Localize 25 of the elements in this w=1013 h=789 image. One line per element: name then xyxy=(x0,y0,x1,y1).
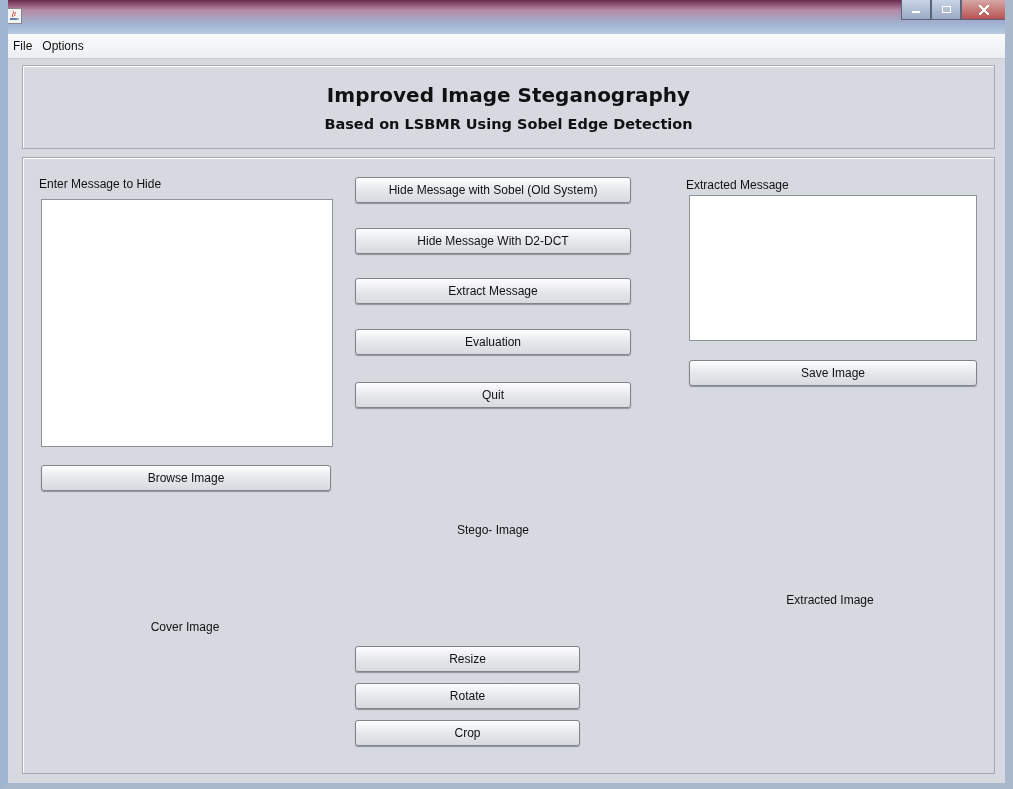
app-subtitle: Based on LSBMR Using Sobel Edge Detection xyxy=(324,115,693,132)
close-button[interactable] xyxy=(961,0,1005,20)
maximize-button[interactable] xyxy=(931,0,961,20)
action-button[interactable]: Hide Message with Sobel (Old System) xyxy=(355,177,631,203)
field-label: Extracted Message xyxy=(686,177,789,193)
action-button[interactable]: Quit xyxy=(355,382,631,408)
action-button[interactable]: Evaluation xyxy=(355,329,631,355)
image-tool-button[interactable]: Rotate xyxy=(355,683,580,709)
image-label: Cover Image xyxy=(150,619,220,635)
field-label: Enter Message to Hide xyxy=(39,176,162,192)
save-image-button[interactable]: Save Image xyxy=(689,360,977,386)
image-tool-button[interactable]: Resize xyxy=(355,646,580,672)
image-tool-button[interactable]: Crop xyxy=(355,720,580,746)
app-title: Improved Image Steganography xyxy=(326,82,691,107)
image-label: Stego- Image xyxy=(456,522,529,538)
message-input-field[interactable] xyxy=(41,199,333,447)
action-button[interactable]: Hide Message With D2-DCT xyxy=(355,228,631,254)
cup-icon xyxy=(8,8,22,24)
browse-image-button[interactable]: Browse Image xyxy=(41,465,331,491)
minimize-button[interactable] xyxy=(901,0,931,20)
extracted-message-field[interactable] xyxy=(689,195,977,341)
menu-item[interactable]: File xyxy=(12,39,34,53)
action-button[interactable]: Extract Message xyxy=(355,278,631,304)
menu-item[interactable]: Options xyxy=(41,39,85,53)
image-label: Extracted Image xyxy=(786,592,874,608)
